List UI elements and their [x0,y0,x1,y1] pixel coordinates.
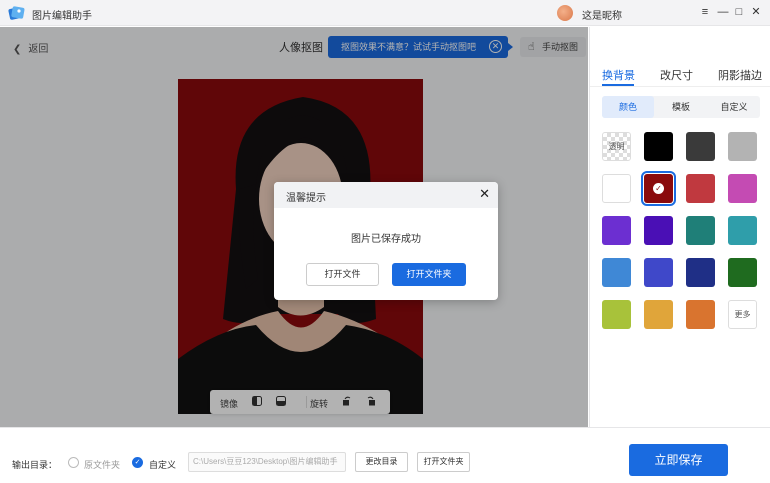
output-bar: 输出目录： 原文件夹 ✓ 自定义 C:\Users\豆豆123\Desktop\… [0,427,770,483]
maximize-icon[interactable]: □ [731,4,747,20]
swatch-more-button[interactable]: 更多 [728,300,757,329]
background-type-switch: 颜色 模板 自定义 [602,96,760,118]
swatch-transparent[interactable]: 透明 [602,132,631,161]
color-swatch[interactable] [686,132,715,161]
dialog-title: 温馨提示 [286,193,326,204]
dialog-message: 图片已保存成功 [351,234,421,245]
title-bar: 图片编辑助手 这是昵称 ≡ — □ ✕ [0,0,770,26]
tab-change-background[interactable]: 换背景 [602,67,635,83]
change-dir-button[interactable]: 更改目录 [355,452,408,472]
color-swatch[interactable] [602,216,631,245]
open-folder-button[interactable]: 打开文件夹 [417,452,470,472]
app-logo-icon [8,6,25,20]
dialog-close-icon[interactable]: ✕ [479,187,490,201]
color-swatch[interactable] [686,258,715,287]
open-file-button[interactable]: 打开文件 [306,263,379,286]
color-swatch[interactable] [602,300,631,329]
color-swatch[interactable] [728,258,757,287]
color-swatch[interactable]: ✓ [641,171,676,206]
color-swatch[interactable] [644,300,673,329]
original-folder-radio[interactable] [68,457,79,468]
color-swatch[interactable] [644,258,673,287]
custom-folder-radio[interactable]: ✓ [132,457,143,468]
check-icon: ✓ [653,183,664,194]
output-path-field[interactable]: C:\Users\豆豆123\Desktop\图片编辑助手 [188,452,346,472]
color-swatch[interactable] [602,258,631,287]
output-dir-label: 输出目录： [12,460,58,470]
save-success-dialog: 温馨提示 ✕ 图片已保存成功 打开文件 打开文件夹 [274,182,498,300]
color-swatch[interactable] [602,174,631,203]
user-name[interactable]: 这是昵称 [582,7,622,22]
color-swatch[interactable] [686,174,715,203]
menu-icon[interactable]: ≡ [697,4,713,20]
tab-divider [590,86,770,87]
color-swatch[interactable] [644,216,673,245]
color-swatch[interactable] [644,132,673,161]
background-panel: 换背景 改尺寸 阴影描边 颜色 模板 自定义 透明 ✓ 更多 [589,27,770,427]
dialog-header: 温馨提示 ✕ [274,182,498,208]
segment-color[interactable]: 颜色 [602,96,654,118]
app-title: 图片编辑助手 [32,11,92,22]
tab-resize[interactable]: 改尺寸 [660,67,693,83]
color-swatch[interactable] [686,216,715,245]
color-swatch[interactable] [728,132,757,161]
color-swatch[interactable] [686,300,715,329]
custom-folder-label[interactable]: 自定义 [149,458,176,471]
color-swatch[interactable] [728,216,757,245]
color-swatch[interactable] [728,174,757,203]
dialog-open-folder-button[interactable]: 打开文件夹 [392,263,466,286]
original-folder-label[interactable]: 原文件夹 [84,458,120,471]
tab-shadow-stroke[interactable]: 阴影描边 [718,67,762,83]
segment-template[interactable]: 模板 [655,96,707,118]
save-now-button[interactable]: 立即保存 [629,444,728,476]
avatar[interactable] [557,5,573,21]
segment-custom[interactable]: 自定义 [708,96,760,118]
minimize-icon[interactable]: — [715,4,731,20]
close-window-icon[interactable]: ✕ [748,4,764,20]
